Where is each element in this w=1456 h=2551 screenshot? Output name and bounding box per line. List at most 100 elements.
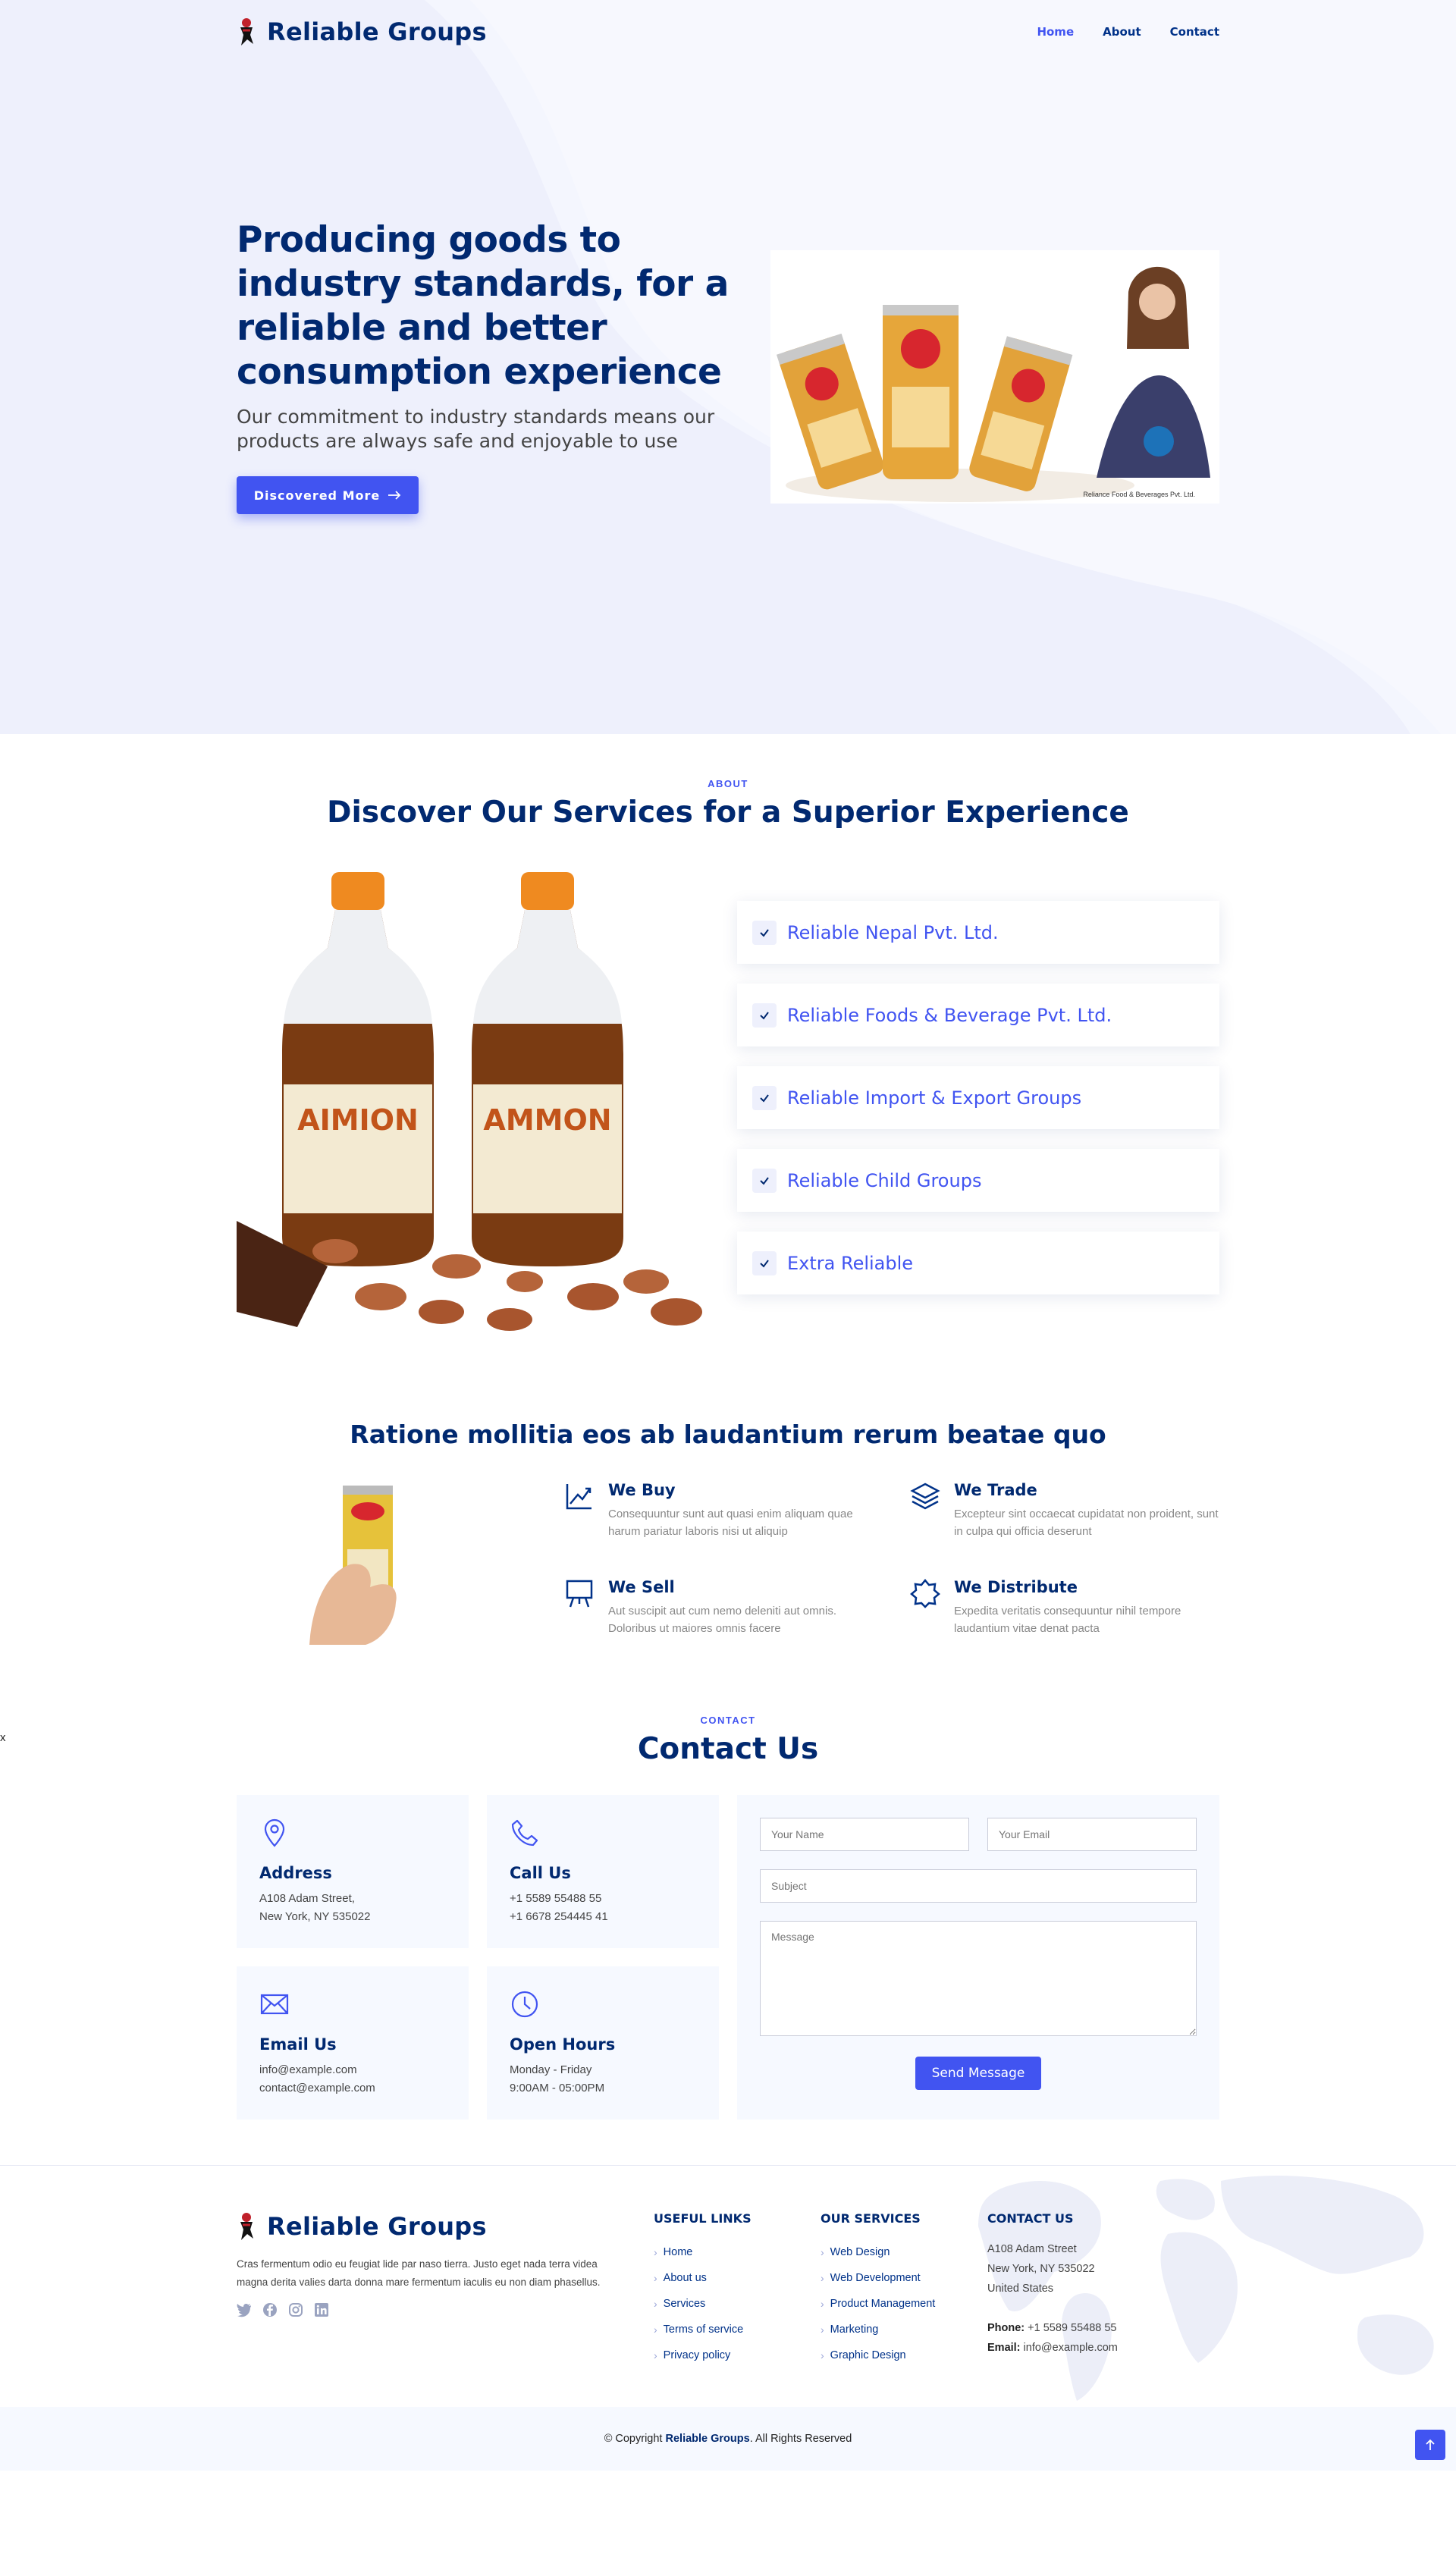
telephone-icon [511,1819,538,1847]
nav-contact[interactable]: Contact [1170,25,1219,39]
feature-item: We Trade Excepteur sint occaecat cupidat… [910,1481,1219,1548]
brand-name: Reliable Groups [267,17,487,46]
hero-title: Producing goods to industry standards, f… [237,219,729,393]
hero-section: Producing goods to industry standards, f… [0,0,1456,734]
about-item-label: Reliable Nepal Pvt. Ltd. [787,921,999,943]
footer-service-link[interactable]: Graphic Design [821,2342,987,2368]
info-line: +1 5589 55488 55 [510,1892,602,1905]
feature-title: We Distribute [954,1578,1078,1596]
product-cans-illustration: Reliance Food & Beverages Pvt. Ltd. [770,250,1219,504]
address-box: Address A108 Adam Street, New York, NY 53… [237,1795,469,1948]
site-header: Reliable Groups Home About Contact [0,0,1456,64]
copyright-bar: © Copyright Reliable Groups. All Rights … [0,2407,1456,2471]
about-item: Reliable Foods & Beverage Pvt. Ltd. [737,984,1219,1046]
about-item: Reliable Nepal Pvt. Ltd. [737,901,1219,964]
copyright-brand: Reliable Groups [665,2433,750,2445]
hero-text: Producing goods to industry standards, f… [237,218,730,514]
footer-service-link[interactable]: Marketing [821,2317,987,2342]
copyright-suffix: . All Rights Reserved [749,2433,852,2445]
nav-about[interactable]: About [1103,25,1141,39]
feature-title: We Buy [608,1481,676,1499]
layers-icon [910,1483,940,1510]
social-links [237,2302,654,2317]
info-line: +1 6678 254445 41 [510,1910,608,1923]
about-product-image: AIMION AMMON [237,857,719,1339]
feature-title: We Trade [954,1481,1037,1499]
feature-text: Consequuntur sunt aut quasi enim aliquam… [608,1508,853,1538]
brand-mark-icon [240,18,253,45]
brand-mark-icon [240,2213,253,2240]
envelope-icon [260,1994,289,2015]
contact-title: Contact Us [637,1732,819,1766]
send-message-button[interactable]: Send Message [915,2057,1041,2090]
footer-address-line: New York, NY 535022 [987,2263,1095,2275]
graph-up-icon [566,1484,592,1510]
twitter-icon[interactable] [237,2302,252,2317]
footer-link-home[interactable]: Home [654,2239,821,2265]
footer-brand-name: Reliable Groups [267,2212,487,2241]
drink-bottles-illustration: AIMION AMMON [237,857,719,1339]
about-item-label: Reliable Foods & Beverage Pvt. Ltd. [787,1004,1112,1026]
footer-link-privacy[interactable]: Privacy policy [654,2342,821,2368]
back-to-top-button[interactable] [1415,2430,1445,2460]
about-item: Reliable Child Groups [737,1149,1219,1212]
linkedin-icon[interactable] [314,2302,329,2317]
feature-text: Aut suscipit aut cum nemo deleniti aut o… [608,1605,836,1635]
about-header: About Discover Our Services for a Superi… [237,778,1219,830]
footer-about-text: Cras fermentum odio eu feugiat lide par … [237,2258,601,2288]
features-section: Ratione mollitia eos ab laudantium rerum… [0,1339,1456,1645]
facebook-icon[interactable] [262,2302,278,2317]
footer-brand-logo[interactable]: Reliable Groups [237,2211,654,2242]
info-title: Address [259,1864,332,1882]
info-title: Email Us [259,2035,337,2054]
instagram-icon[interactable] [288,2302,303,2317]
footer-service-link[interactable]: Web Design [821,2239,987,2265]
discover-more-button[interactable]: Discovered More [237,476,419,514]
email-input[interactable] [987,1818,1197,1851]
check-icon [752,1168,777,1193]
check-icon [752,1085,777,1110]
nav-home[interactable]: Home [1037,25,1074,39]
copyright-prefix: © Copyright [604,2433,663,2445]
footer-link-services[interactable]: Services [654,2291,821,2317]
services-column: Our Services Web Design Web Development … [821,2211,987,2368]
hero-product-image: Reliance Food & Beverages Pvt. Ltd. [770,250,1219,504]
call-box: Call Us +1 5589 55488 55 +1 6678 254445 4… [487,1795,719,1948]
useful-links-column: Useful Links Home About us Services Term… [654,2211,821,2368]
about-item: Extra Reliable [737,1232,1219,1294]
hand-holding-can-illustration [309,1486,397,1645]
useful-links-title: Useful Links [654,2211,752,2226]
discover-more-label: Discovered More [253,488,381,503]
footer-contact-column: Contact Us A108 Adam Street New York, NY… [987,2211,1154,2368]
contact-header: Contact Contact Us [237,1715,1219,1766]
message-textarea[interactable] [760,1921,1197,2036]
about-item: Reliable Import & Export Groups [737,1066,1219,1129]
bottle-label-1: AIMION [297,1103,419,1137]
contact-form: Send Message [737,1795,1219,2120]
feature-text: Excepteur sint occaecat cupidatat non pr… [954,1508,1219,1538]
email-box: Email Us info@example.com contact@example… [237,1966,469,2120]
footer-link-about[interactable]: About us [654,2265,821,2291]
check-icon [752,920,777,945]
footer-service-link[interactable]: Web Development [821,2265,987,2291]
features-title: Ratione mollitia eos ab laudantium rerum… [350,1420,1106,1449]
footer-email: info@example.com [1023,2342,1118,2354]
info-line: contact@example.com [259,2082,375,2094]
features-grid: We Buy Consequuntur sunt aut quasi enim … [564,1481,1219,1645]
patch-check-icon [910,1579,940,1608]
footer-contact-title: Contact Us [987,2211,1074,2226]
feature-item: We Sell Aut suscipit aut cum nemo deleni… [564,1578,874,1645]
arrow-up-icon [1426,2439,1435,2450]
name-input[interactable] [760,1818,969,1851]
about-item-label: Reliable Import & Export Groups [787,1087,1082,1109]
subject-input[interactable] [760,1869,1197,1903]
feature-title: We Sell [608,1578,675,1596]
main-nav: Home About Contact [1037,25,1219,39]
about-list: Reliable Nepal Pvt. Ltd. Reliable Foods … [737,857,1219,1339]
about-item-label: Extra Reliable [787,1252,914,1274]
footer-service-link[interactable]: Product Management [821,2291,987,2317]
about-section: About Discover Our Services for a Superi… [0,734,1456,1339]
info-line: info@example.com [259,2063,357,2076]
footer-link-terms[interactable]: Terms of service [654,2317,821,2342]
brand-logo[interactable]: Reliable Groups [237,17,487,47]
